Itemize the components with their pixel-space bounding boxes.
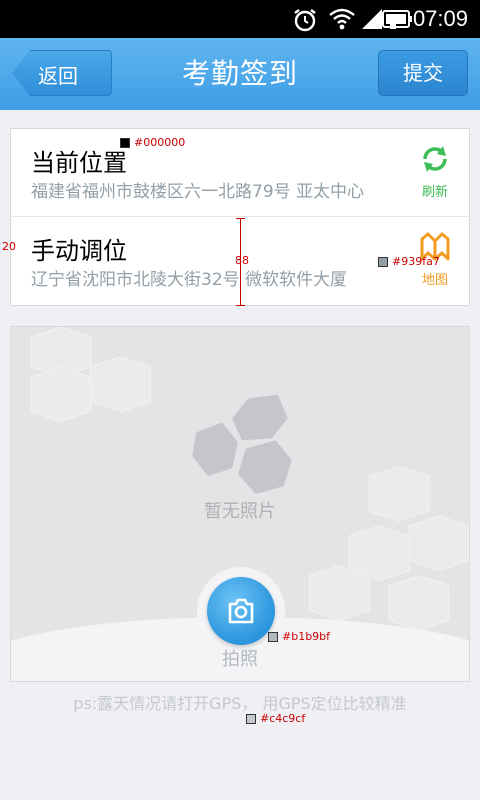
current-location-address: 福建省福州市鼓楼区六一北路79号 亚太中心 [31,182,365,202]
cam-color-annotation: #b1b9bf [268,630,330,643]
current-location-row: 当前位置 福建省福州市鼓楼区六一北路79号 亚太中心 刷新 [11,129,469,217]
color-swatch [378,257,388,267]
hint-color-annotation: #c4c9cf [246,712,305,725]
annotation-text: 20 [2,240,16,253]
manual-location-address: 辽宁省沈阳市北陵大街32号 微软软件大厦 [31,270,348,290]
no-photo-text: 暂无照片 [204,501,276,522]
color-swatch [268,632,278,642]
camera-icon [228,598,254,624]
signal-icon [362,9,382,29]
gps-hint: ps:露天情况请打开GPS， 用GPS定位比较精准 [73,694,407,713]
annotation-text: #939fa7 [392,255,440,268]
submit-button[interactable]: 提交 [378,50,468,96]
annotation-text: #b1b9bf [282,630,331,643]
clock: 07:09 [412,6,468,31]
map-label: 地图 [421,273,448,288]
annotation-text: #c4c9cf [260,712,306,725]
app-header: 返回 考勤签到 提交 [0,38,480,110]
row-height-annotation: 88 [235,254,249,267]
camera-button[interactable] [207,577,275,645]
status-bar: 07:09 [0,0,480,38]
refresh-button[interactable]: 刷新 [415,143,455,200]
refresh-icon [423,146,447,172]
photo-card: 暂无照片 拍照 [10,326,470,682]
manual-location-title: 手动调位 [31,237,127,265]
addr-color-annotation: #939fa7 [378,255,440,268]
title-color-annotation: #000000 [120,136,185,149]
annotation-text: #000000 [134,136,186,149]
battery-shape [382,10,412,28]
refresh-label: 刷新 [421,185,448,200]
alarm-icon [294,9,316,32]
annotation-text: 88 [235,254,249,267]
padding-annotation: 20 [2,240,16,253]
current-location-title: 当前位置 [31,149,127,177]
color-swatch [246,714,256,724]
camera-label: 拍照 [222,649,258,670]
color-swatch [120,138,130,148]
wifi-icon [329,8,355,30]
